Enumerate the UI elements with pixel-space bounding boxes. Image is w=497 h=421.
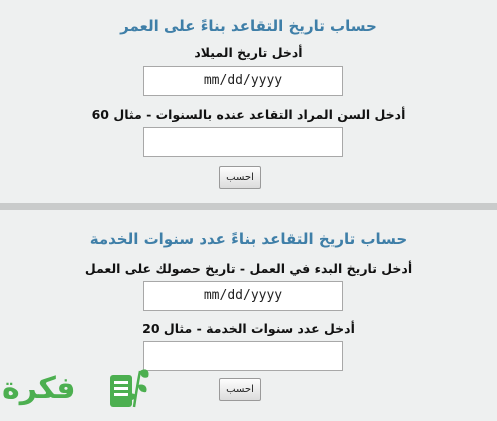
retirement-age-label: أدخل السن المراد التقاعد عنده بالسنوات -… bbox=[91, 107, 406, 122]
retirement-age-input[interactable] bbox=[143, 127, 343, 157]
age-calculator-panel: حساب تاريخ التقاعد بناءً على العمر أدخل … bbox=[0, 0, 497, 203]
calculate-age-button[interactable]: احسب bbox=[219, 166, 261, 189]
service-years-input[interactable] bbox=[143, 341, 343, 371]
age-calculator-title: حساب تاريخ التقاعد بناءً على العمر bbox=[120, 17, 377, 35]
section-divider bbox=[0, 203, 497, 210]
calculate-service-button[interactable]: احسب bbox=[219, 378, 261, 401]
birth-date-label: أدخل تاريخ الميلاد bbox=[194, 45, 303, 60]
fikra-logo: فكرة bbox=[0, 355, 160, 421]
service-years-label: أدخل عدد سنوات الخدمة - مثال 20 bbox=[142, 321, 355, 336]
start-date-label: أدخل تاريخ البدء في العمل - تاريخ حصولك … bbox=[84, 261, 413, 276]
service-calculator-title: حساب تاريخ التقاعد بناءً عدد سنوات الخدم… bbox=[89, 230, 408, 248]
logo-text: فكرة bbox=[2, 371, 76, 406]
book-with-leaves-icon bbox=[110, 369, 149, 408]
birth-date-input[interactable]: mm/dd/yyyy bbox=[143, 66, 343, 96]
start-date-input[interactable]: mm/dd/yyyy bbox=[143, 281, 343, 311]
